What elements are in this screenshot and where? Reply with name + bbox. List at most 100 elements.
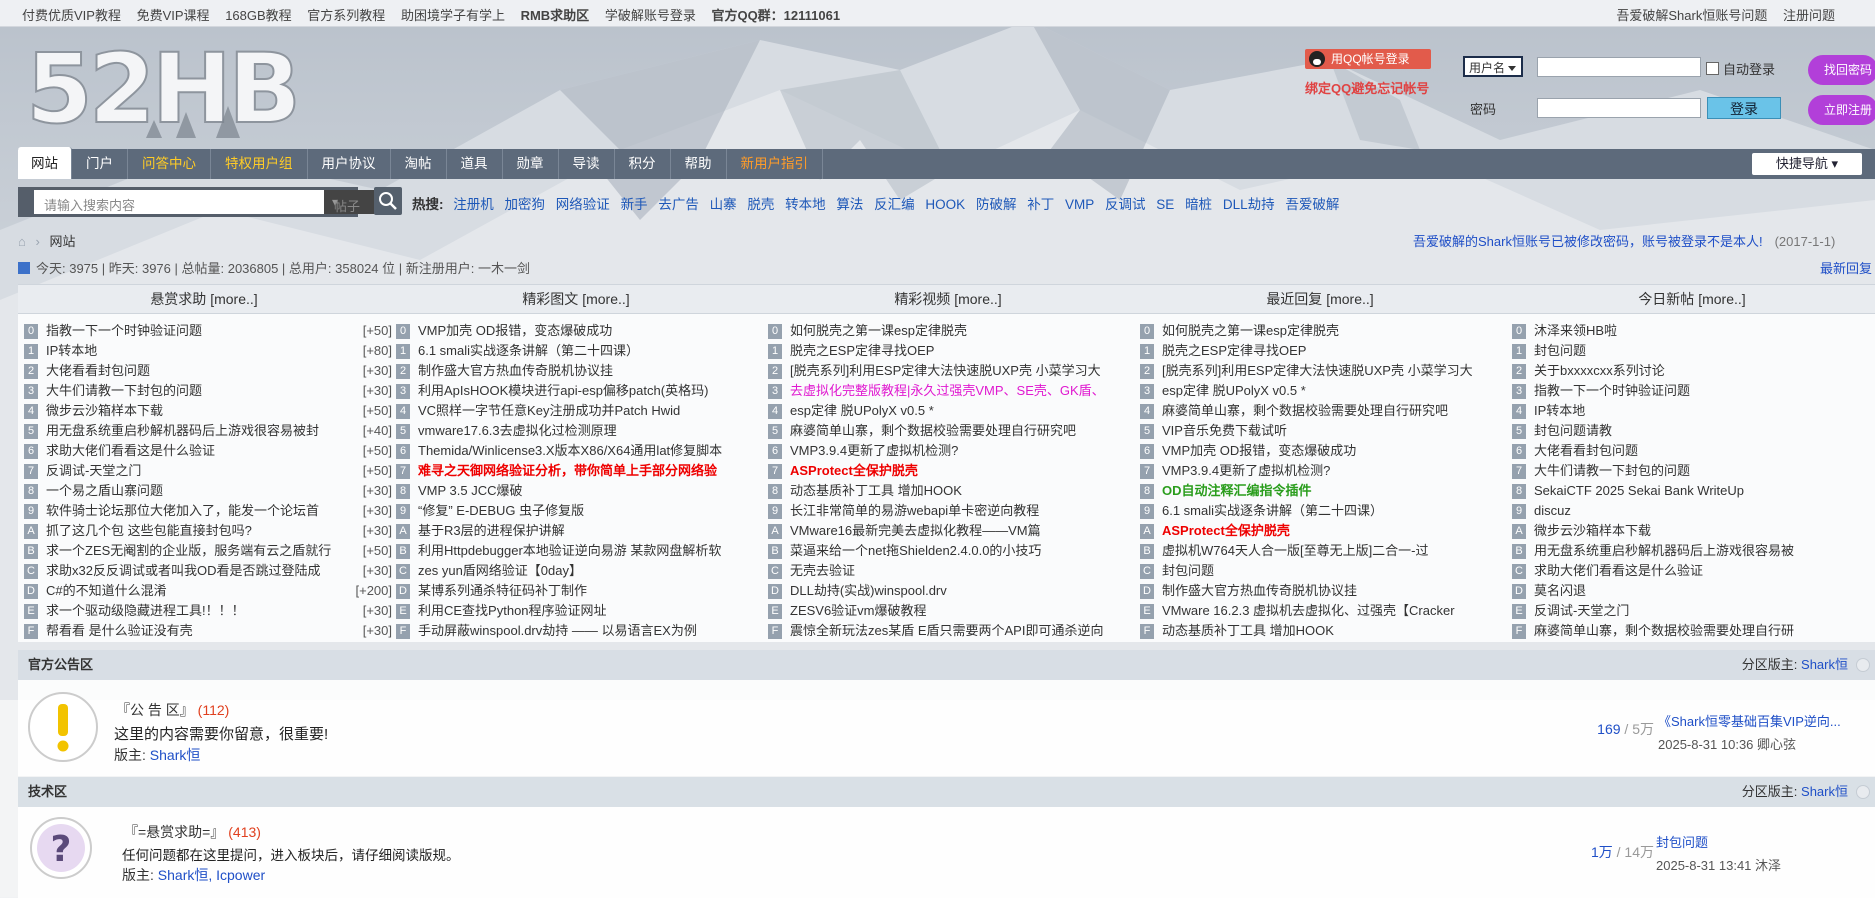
list-item[interactable]: 5 vmware17.6.3去虚拟化过检测原理	[396, 421, 752, 441]
list-item[interactable]: D 制作盛大官方热血传奇脱机协议挂	[1140, 581, 1496, 601]
topic-title[interactable]: DLL劫持(实战)winspool.drv	[790, 583, 947, 598]
list-item[interactable]: D C#的不知道什么混淆 [+200]	[24, 581, 396, 601]
list-item[interactable]: 9 discuz	[1512, 501, 1868, 521]
list-item[interactable]: D 莫名闪退	[1512, 581, 1868, 601]
breadcrumb-site[interactable]: 网站	[49, 234, 75, 249]
list-item[interactable]: 4 VC照样一字节任意Key注册成功并Patch Hwid	[396, 401, 752, 421]
topic-title[interactable]: VMP3.9.4更新了虚拟机检测?	[790, 443, 958, 458]
topic-title[interactable]: Themida/Winlicense3.X版本X86/X64通用lat修复脚本	[418, 443, 722, 458]
hot-word[interactable]: 补丁	[1027, 197, 1054, 212]
list-item[interactable]: F 动态基质补丁工具 增加HOOK	[1140, 621, 1496, 641]
register-button[interactable]: 立即注册	[1808, 95, 1875, 125]
list-item[interactable]: 3 esp定律 脱UPolyX v0.5 *	[1140, 381, 1496, 401]
topic-title[interactable]: 帮看看 是什么验证没有壳	[46, 623, 193, 638]
qq-login-button[interactable]: 用QQ帐号登录	[1305, 49, 1431, 69]
auto-login-checkbox[interactable]: 自动登录	[1706, 59, 1775, 78]
list-item[interactable]: 3 去虚拟化完整版教程|永久过强壳VMP、SE壳、GK盾、	[768, 381, 1124, 401]
list-item[interactable]: Czes yun盾网络验证【0day】	[396, 561, 752, 581]
topic-title[interactable]: 关于bxxxxcxx系列讨论	[1534, 363, 1665, 378]
list-item[interactable]: 4 麻婆简单山寨，剩个数据校验需要处理自行研究吧	[1140, 401, 1496, 421]
topic-title[interactable]: 大牛们请教一下封包的问题	[46, 383, 202, 398]
list-item[interactable]: 8 OD自动注释汇编指令插件	[1140, 481, 1496, 501]
section-title[interactable]: 官方公告区	[28, 650, 93, 680]
topic-title[interactable]: 动态基质补丁工具 增加HOOK	[790, 483, 962, 498]
topic-title[interactable]: 利用CE查找Python程序验证网址	[418, 603, 607, 618]
list-item[interactable]: 5 麻婆简单山寨，剩个数据校验需要处理自行研究吧	[768, 421, 1124, 441]
topic-title[interactable]: VIP音乐免费下载试听	[1162, 423, 1287, 438]
topic-title[interactable]: 抓了这几个包 这些包能直接封包吗?	[46, 523, 252, 538]
hot-word[interactable]: 转本地	[785, 197, 826, 212]
list-item[interactable]: F 麻婆简单山寨，剩个数据校验需要处理自行研	[1512, 621, 1868, 641]
column-header-recent-replies[interactable]: 最近回复 [more..]	[1134, 285, 1506, 314]
hot-word[interactable]: 反汇编	[874, 197, 915, 212]
top-link-168gb[interactable]: 168GB教程	[225, 8, 291, 23]
topic-title[interactable]: VMP加壳 OD报错，变态爆破成功	[418, 323, 612, 338]
topic-title[interactable]: 制作盛大官方热血传奇脱机协议挂	[1162, 583, 1357, 598]
topic-title[interactable]: VMP3.9.4更新了虚拟机检测?	[1162, 463, 1330, 478]
topic-title[interactable]: 微步云沙箱样本下载	[46, 403, 163, 418]
site-logo[interactable]: 52HB	[26, 40, 306, 140]
list-item[interactable]: 1 封包问题	[1512, 341, 1868, 361]
topic-title[interactable]: 求一个ZES无阉割的企业版，服务端有云之盾就行	[46, 543, 331, 558]
topic-title[interactable]: 封包问题请教	[1534, 423, 1612, 438]
list-item[interactable]: 1 脱壳之ESP定律寻找OEP	[768, 341, 1124, 361]
top-link-free-vip[interactable]: 免费VIP课程	[137, 8, 210, 23]
list-item[interactable]: 1 脱壳之ESP定律寻找OEP	[1140, 341, 1496, 361]
login-button[interactable]: 登录	[1707, 97, 1781, 119]
topic-title[interactable]: 封包问题	[1534, 343, 1586, 358]
hot-word[interactable]: 算法	[836, 197, 863, 212]
hot-word[interactable]: VMP	[1065, 197, 1094, 212]
topic-title[interactable]: 某博系列通杀特征码补丁制作	[418, 583, 587, 598]
list-item[interactable]: 5 封包问题请教	[1512, 421, 1868, 441]
topic-title[interactable]: 基于R3层的进程保护讲解	[418, 523, 565, 538]
nav-item-medals[interactable]: 勋章	[503, 149, 559, 179]
column-header-articles[interactable]: 精彩图文 [more..]	[390, 285, 762, 314]
list-item[interactable]: 5 用无盘系统重启秒解机器码后上游戏很容易被封 [+40]	[24, 421, 396, 441]
list-item[interactable]: A ASProtect全保护脱壳	[1140, 521, 1496, 541]
list-item[interactable]: 0 指教一下一个时钟验证问题 [+50]	[24, 321, 396, 341]
list-item[interactable]: F 震惊全新玩法zes某盾 E盾只需要两个API即可通杀逆向	[768, 621, 1124, 641]
list-item[interactable]: 4 微步云沙箱样本下载 [+50]	[24, 401, 396, 421]
hot-word[interactable]: 反调试	[1105, 197, 1146, 212]
top-link-rmb-help[interactable]: RMB求助区	[521, 8, 590, 23]
topic-title[interactable]: 求一个驱动级隐藏进程工具!！！！	[46, 603, 245, 618]
nav-item-collections[interactable]: 淘帖	[391, 149, 447, 179]
nav-item-portal[interactable]: 门户	[72, 149, 128, 179]
hot-word[interactable]: HOOK	[925, 197, 965, 212]
list-item[interactable]: 2 [脱壳系列]利用ESP定律大法快速脱UXP壳 小菜学习大	[768, 361, 1124, 381]
exclamation-icon[interactable]	[28, 692, 98, 762]
list-item[interactable]: 9 6.1 smali实战逐条讲解（第二十四课）	[1140, 501, 1496, 521]
search-input[interactable]: 请输入搜索内容 帖子 ▾	[34, 190, 398, 214]
quick-nav-button[interactable]: 快捷导航 ▾	[1752, 153, 1862, 175]
nav-item-site[interactable]: 网站	[18, 147, 72, 179]
top-link-account-login[interactable]: 学破解账号登录	[605, 8, 696, 23]
topic-title[interactable]: 利用ApIsHOOK模块进行api-esp偏移patch(英格玛)	[418, 383, 708, 398]
username-type-select[interactable]: 用户名	[1463, 56, 1523, 77]
hot-word[interactable]: SE	[1156, 197, 1174, 212]
moderator-link[interactable]: Shark恒	[1801, 657, 1848, 672]
nav-item-points[interactable]: 积分	[615, 149, 671, 179]
list-item[interactable]: 0 VMP加壳 OD报错，变态爆破成功	[396, 321, 752, 341]
list-item[interactable]: A VMware16最新完美去虚拟化教程——VM篇	[768, 521, 1124, 541]
top-link-register-issue[interactable]: 注册问题	[1783, 8, 1835, 23]
list-item[interactable]: B 虚拟机W764天人合一版[至尊无上版]二合一-过	[1140, 541, 1496, 561]
topic-title[interactable]: VMP 3.5 JCC爆破	[418, 483, 523, 498]
top-link-official-series[interactable]: 官方系列教程	[307, 8, 385, 23]
list-item[interactable]: 6 VMP3.9.4更新了虚拟机检测?	[768, 441, 1124, 461]
topic-title[interactable]: 沐泽来领HB啦	[1534, 323, 1617, 338]
topic-title[interactable]: 反调试-天堂之门	[1534, 603, 1629, 618]
last-post-title[interactable]: 《Shark恒零基础百集VIP逆向...	[1658, 714, 1841, 729]
topic-title[interactable]: VMware16最新完美去虚拟化教程——VM篇	[790, 523, 1041, 538]
column-header-new-posts[interactable]: 今日新帖 [more..]	[1506, 285, 1875, 314]
hot-word[interactable]: 暗桩	[1185, 197, 1212, 212]
list-item[interactable]: 2 大佬看看封包问题 [+30]	[24, 361, 396, 381]
list-item[interactable]: 2 [脱壳系列]利用ESP定律大法快速脱UXP壳 小菜学习大	[1140, 361, 1496, 381]
topic-title[interactable]: ZESV6验证vm爆破教程	[790, 603, 927, 618]
topic-title[interactable]: 一个易之盾山寨问题	[46, 483, 163, 498]
hot-word[interactable]: 新手	[621, 197, 648, 212]
column-header-videos[interactable]: 精彩视频 [more..]	[762, 285, 1134, 314]
nav-item-help[interactable]: 帮助	[671, 149, 727, 179]
topic-title[interactable]: 动态基质补丁工具 增加HOOK	[1162, 623, 1334, 638]
recover-password-button[interactable]: 找回密码	[1808, 55, 1875, 85]
forum-name[interactable]: 『=悬赏求助=』 (413)	[124, 822, 261, 842]
